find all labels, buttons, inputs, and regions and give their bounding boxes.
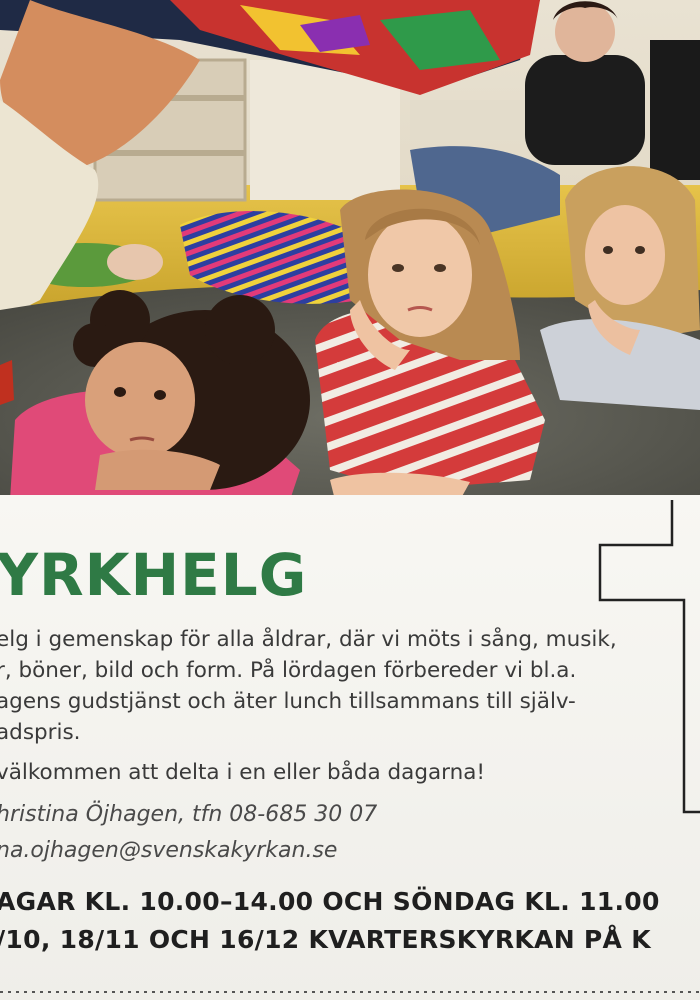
paragraph-line-3: agens gudstjänst och äter lunch tillsamm… [0, 689, 576, 714]
schedule-line-2: /10, 18/11 OCH 16/12 KVARTERSKYRKAN PÅ K [0, 925, 651, 954]
paragraph-line-1: elg i gemenskap för alla åldrar, där vi … [0, 627, 617, 652]
welcome-text: välkommen att delta i en eller båda daga… [0, 760, 486, 785]
children-photo [0, 0, 700, 505]
contact-name-phone: hristina Öjhagen, tfn 08-685 30 07 [0, 802, 378, 827]
contact-email: na.ojhagen@svenskakyrkan.se [0, 838, 338, 863]
schedule-line-1: AGAR KL. 10.00–14.00 OCH SÖNDAG KL. 11.0… [0, 887, 660, 916]
paragraph-line-4: adspris. [0, 720, 81, 745]
page-title: YRKHELG [0, 541, 308, 609]
paragraph-line-2: r, böner, bild och form. På lördagen för… [0, 658, 577, 683]
